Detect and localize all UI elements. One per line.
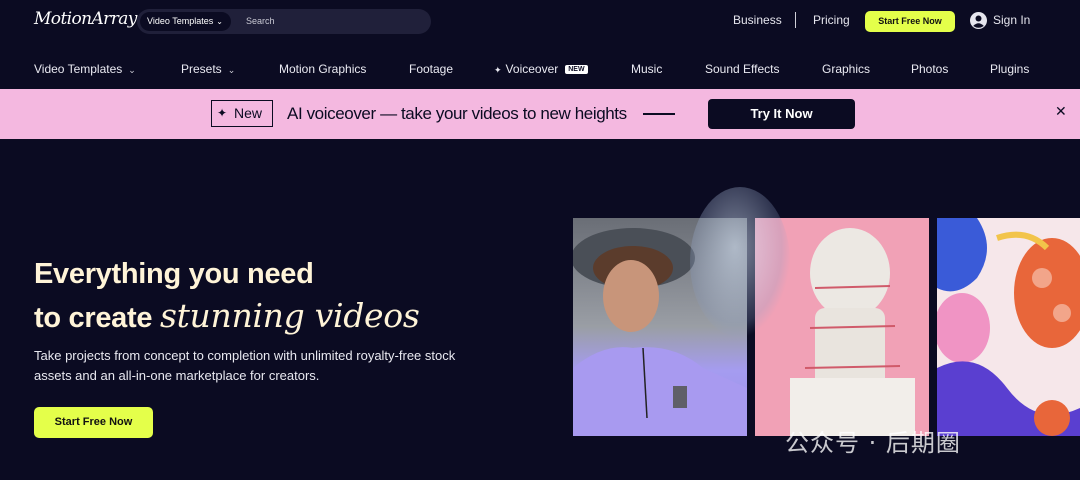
logo[interactable]: MotionArray xyxy=(34,9,137,29)
nav-item-plugins[interactable]: Plugins xyxy=(990,62,1029,76)
search-category-label: Video Templates xyxy=(147,16,214,26)
hero-start-free-button[interactable]: Start Free Now xyxy=(34,407,153,438)
hero-subtitle: Take projects from concept to completion… xyxy=(34,348,456,383)
nav-item-presets[interactable]: Presets ⌄ xyxy=(181,62,235,76)
divider xyxy=(795,12,796,28)
nav-item-motion-graphics[interactable]: Motion Graphics xyxy=(279,62,366,76)
search-category-select[interactable]: Video Templates ⌄ xyxy=(140,12,231,31)
top-bar: MotionArray Video Templates ⌄ Search Bus… xyxy=(0,0,1080,42)
user-circle-icon[interactable] xyxy=(970,12,987,29)
watermark: 公众号 · 后期圈 xyxy=(785,429,961,457)
hero-title-line1: Everything you need xyxy=(34,258,314,290)
sparkle-icon: ✦ xyxy=(217,106,228,120)
banner-text: AI voiceover — take your videos to new h… xyxy=(287,104,627,123)
banner-decoration xyxy=(643,113,675,115)
start-free-button[interactable]: Start Free Now xyxy=(865,11,955,32)
nav-item-footage[interactable]: Footage xyxy=(409,62,453,76)
new-badge: NEW xyxy=(565,65,588,74)
glass-shape-decoration xyxy=(690,187,790,337)
nav-item-sound-effects[interactable]: Sound Effects xyxy=(705,62,780,76)
pricing-link[interactable]: Pricing xyxy=(813,13,850,27)
search-input[interactable]: Search xyxy=(246,9,275,34)
close-icon[interactable]: ✕ xyxy=(1055,103,1067,120)
nav-item-photos[interactable]: Photos xyxy=(911,62,948,76)
try-it-now-button[interactable]: Try It Now xyxy=(708,99,855,129)
search-bar[interactable]: Video Templates ⌄ Search xyxy=(137,9,431,34)
nav-item-video-templates[interactable]: Video Templates ⌄ xyxy=(34,62,136,76)
chevron-down-icon: ⌄ xyxy=(216,17,223,26)
nav-item-voiceover[interactable]: ✦ Voiceover NEW xyxy=(494,62,588,76)
hero-title-italic: stunning videos xyxy=(159,296,420,335)
business-link[interactable]: Business xyxy=(733,13,782,27)
main-nav: Video Templates ⌄ Presets ⌄ Motion Graphic… xyxy=(0,58,1080,82)
nav-item-music[interactable]: Music xyxy=(631,62,662,76)
chevron-down-icon: ⌄ xyxy=(128,65,136,75)
chevron-down-icon: ⌄ xyxy=(227,65,236,75)
hero-image-abstract xyxy=(937,218,1080,436)
new-tag: ✦ New xyxy=(211,100,273,127)
hero-title-line2: to create stunning videos xyxy=(34,296,420,335)
hero-title: Everything you need to create stunning v… xyxy=(34,253,420,339)
promo-banner: ✦ New AI voiceover — take your videos to… xyxy=(0,89,1080,139)
sign-in-link[interactable]: Sign In xyxy=(993,13,1030,27)
nav-item-graphics[interactable]: Graphics xyxy=(822,62,870,76)
sparkle-icon: ✦ xyxy=(494,65,502,75)
